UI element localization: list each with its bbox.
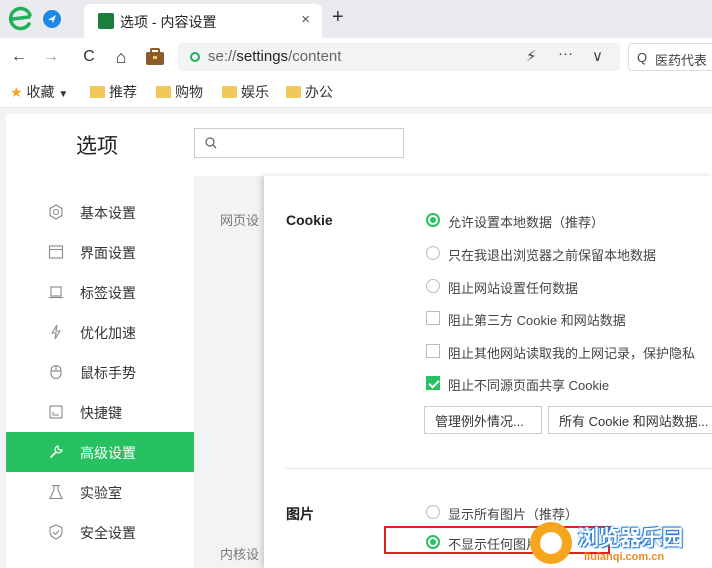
address-bar[interactable]: se://settings/content ⚡ ··· ∨ xyxy=(178,43,620,71)
lightning-icon xyxy=(51,324,61,340)
sidebar-item-mouse[interactable]: 鼠标手势 xyxy=(6,352,194,392)
sidebar-item-label: 界面设置 xyxy=(80,245,136,261)
wrench-icon xyxy=(49,445,63,459)
option-label: 阻止第三方 Cookie 和网站数据 xyxy=(448,313,626,328)
all-cookies-button[interactable]: 所有 Cookie 和网站数据... xyxy=(548,406,712,434)
folder-icon xyxy=(90,86,105,98)
section-label-kernel[interactable]: 内核设 xyxy=(220,544,259,563)
sidebar-item-advanced[interactable]: 高级设置 xyxy=(6,432,194,472)
basic-settings-icon xyxy=(49,204,63,220)
folder-icon xyxy=(222,86,237,98)
sidebar-item-label: 快捷键 xyxy=(80,405,122,421)
star-icon: ★ xyxy=(10,84,23,100)
manage-exceptions-button[interactable]: 管理例外情况... xyxy=(424,406,542,434)
sidebar-item-optimize[interactable]: 优化加速 xyxy=(6,312,194,352)
tab-settings-icon xyxy=(49,286,63,299)
radio-unselected[interactable] xyxy=(426,505,440,519)
shield-icon xyxy=(49,524,63,540)
radio-unselected[interactable] xyxy=(426,246,440,260)
option-label: 阻止不同源页面共享 Cookie xyxy=(448,378,610,393)
interface-icon xyxy=(48,245,64,259)
sidebar-item-shortcuts[interactable]: 快捷键 xyxy=(6,392,194,432)
sidebar-item-label: 基本设置 xyxy=(80,205,136,221)
sidebar-item-basic[interactable]: 基本设置 xyxy=(6,192,194,232)
folder-icon xyxy=(286,86,301,98)
option-label: 阻止其他网站读取我的上网记录，保护隐私 xyxy=(448,346,696,361)
sidebar-item-lab[interactable]: 实验室 xyxy=(6,472,194,512)
new-tab-button[interactable]: + xyxy=(332,6,344,29)
checkbox-unchecked[interactable] xyxy=(426,344,440,358)
sidebar-item-interface[interactable]: 界面设置 xyxy=(6,232,194,272)
checkbox-checked[interactable] xyxy=(426,376,440,390)
checkbox-unchecked[interactable] xyxy=(426,311,440,325)
settings-sidebar: 基本设置 界面设置 标签设置 优化加速 鼠标手势 快捷键 高级设置 实验室 安全… xyxy=(6,176,194,568)
watermark-url: liulanqi.com.cn xyxy=(584,551,665,563)
site-watermark: 浏览器乐园 liulanqi.com.cn xyxy=(526,518,712,568)
lightning-icon[interactable]: ⚡ xyxy=(526,47,537,65)
back-arrow-icon[interactable]: ← xyxy=(8,46,30,68)
settings-search-input[interactable] xyxy=(194,128,404,158)
settings-favicon-icon xyxy=(98,13,114,29)
settings-header: 选项 xyxy=(6,114,712,176)
bookmark-favorites[interactable]: ★ 收藏 ▼ xyxy=(10,82,68,102)
tab-bar: 选项 - 内容设置 × + xyxy=(0,0,712,38)
option-label: 只在我退出浏览器之前保留本地数据 xyxy=(448,248,657,263)
content-settings-panel: Cookie 允许设置本地数据（推荐） 只在我退出浏览器之前保留本地数据 阻止网… xyxy=(264,176,712,568)
search-engine-box[interactable]: Q 医药代表 xyxy=(628,43,712,71)
dropdown-icon: ▼ xyxy=(58,89,69,100)
cookie-section-label: Cookie xyxy=(286,212,333,228)
images-section-label: 图片 xyxy=(286,506,314,522)
extension-icon[interactable] xyxy=(42,9,62,29)
wallet-icon[interactable] xyxy=(145,48,165,66)
sidebar-item-label: 鼠标手势 xyxy=(80,365,136,381)
active-tab[interactable]: 选项 - 内容设置 × xyxy=(84,4,322,38)
page-title: 选项 xyxy=(76,135,118,158)
chevron-down-icon[interactable]: ∨ xyxy=(592,47,603,65)
search-icon xyxy=(205,137,217,149)
radio-selected[interactable] xyxy=(426,213,440,227)
navigation-bar: ← → C ⌂ se://settings/content ⚡ ··· ∨ Q … xyxy=(0,38,712,76)
sidebar-item-tabs[interactable]: 标签设置 xyxy=(6,272,194,312)
watermark-logo-icon xyxy=(530,522,572,564)
bookmark-folder-recommend[interactable]: 推荐 xyxy=(90,82,137,102)
bookmark-folder-office[interactable]: 办公 xyxy=(286,82,333,102)
section-divider xyxy=(286,468,712,469)
bookmark-folder-shopping[interactable]: 购物 xyxy=(156,82,203,102)
more-icon[interactable]: ··· xyxy=(558,45,573,62)
sidebar-item-label: 安全设置 xyxy=(80,525,136,541)
tab-title: 选项 - 内容设置 xyxy=(120,14,217,30)
flask-icon xyxy=(49,484,63,500)
url-text[interactable]: se://settings/content xyxy=(208,48,341,65)
sidebar-item-label: 高级设置 xyxy=(80,445,136,461)
bookmark-folder-entertainment[interactable]: 娱乐 xyxy=(222,82,269,102)
home-icon[interactable]: ⌂ xyxy=(110,46,132,68)
settings-page: 选项 基本设置 界面设置 标签设置 优化加速 鼠标手势 快捷键 高级设置 实验室… xyxy=(0,108,712,568)
sidebar-item-label: 标签设置 xyxy=(80,285,136,301)
mouse-icon xyxy=(50,364,62,380)
section-nav-column: 网页设 内核设 xyxy=(204,176,264,568)
keyboard-icon xyxy=(49,405,63,419)
section-label-webpage[interactable]: 网页设 xyxy=(220,210,259,229)
forward-arrow-icon[interactable]: → xyxy=(40,46,62,68)
bookmark-bar: ★ 收藏 ▼ 推荐 购物 娱乐 办公 xyxy=(0,76,712,108)
browser-logo-icon[interactable] xyxy=(8,6,34,32)
refresh-icon[interactable]: C xyxy=(78,46,100,68)
option-label: 阻止网站设置任何数据 xyxy=(448,281,579,296)
sidebar-item-security[interactable]: 安全设置 xyxy=(6,512,194,552)
search-icon: Q xyxy=(637,50,648,65)
search-engine-text: 医药代表 xyxy=(655,53,708,68)
watermark-title: 浏览器乐园 xyxy=(578,525,683,550)
tab-close-icon[interactable]: × xyxy=(301,11,310,28)
sidebar-item-label: 优化加速 xyxy=(80,325,136,341)
folder-icon xyxy=(156,86,171,98)
secure-indicator-icon xyxy=(190,52,200,62)
radio-unselected[interactable] xyxy=(426,279,440,293)
sidebar-item-label: 实验室 xyxy=(80,485,122,501)
option-label: 允许设置本地数据（推荐） xyxy=(448,215,605,230)
